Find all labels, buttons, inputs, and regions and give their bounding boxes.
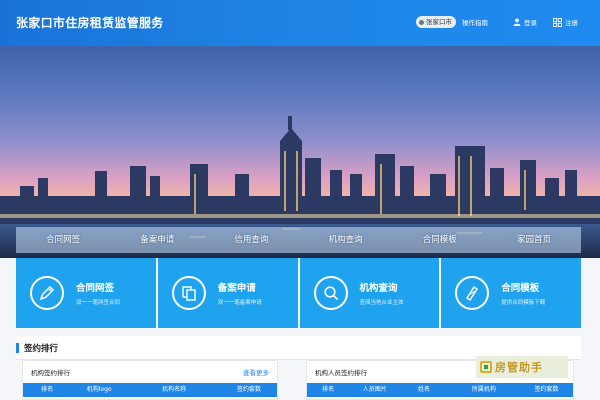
section-accent-bar bbox=[16, 343, 19, 353]
watermark-text: 房管助手 bbox=[495, 361, 543, 374]
register-link[interactable]: 注册 bbox=[553, 17, 578, 27]
quick-nav-contract-signing[interactable]: 合同网签 bbox=[16, 227, 110, 253]
service-card-contract-template[interactable]: 合同模板 提供合同模板下载 bbox=[441, 258, 581, 328]
top-header: 张家口市住房租赁监管服务 张家口市 操作指南 登录 注册 bbox=[0, 0, 600, 46]
column-header[interactable]: 机构logo bbox=[71, 383, 127, 397]
column-header[interactable]: 人员图片 bbox=[350, 383, 401, 397]
column-header[interactable]: 签约套数 bbox=[221, 383, 277, 397]
quick-nav-credit-query[interactable]: 信用查询 bbox=[204, 227, 298, 253]
quick-nav-home[interactable]: 家园首页 bbox=[487, 227, 581, 253]
card-title: 机构查询 bbox=[359, 283, 398, 294]
column-header[interactable]: 机构名称 bbox=[127, 383, 221, 397]
site-title[interactable]: 张家口市住房租赁监管服务 bbox=[16, 14, 164, 31]
org-ranking-panel: 机构签约排行 查看更多 排名 机构logo 机构名称 签约套数 bbox=[22, 360, 278, 400]
card-title: 合同网签 bbox=[76, 283, 115, 294]
service-card-contract-signing[interactable]: 合同网签 双一一笔网签合同 bbox=[16, 258, 156, 328]
document-icon bbox=[455, 276, 490, 310]
user-icon bbox=[513, 18, 521, 26]
panel-title: 机构人员签约排行 bbox=[315, 369, 367, 377]
card-subtitle: 查阅当地从业主体 bbox=[359, 300, 404, 306]
quick-nav-contract-template[interactable]: 合同模板 bbox=[393, 227, 487, 253]
table-header: 排名 人员图片 姓名 所属机构 签约套数 bbox=[307, 383, 573, 397]
watermark-logo-icon bbox=[480, 361, 492, 373]
grid-icon bbox=[553, 17, 562, 27]
column-header[interactable]: 排名 bbox=[23, 383, 71, 397]
login-label: 登录 bbox=[524, 19, 537, 27]
card-title: 备案申请 bbox=[217, 283, 256, 294]
quick-nav-agency-query[interactable]: 机构查询 bbox=[299, 227, 393, 253]
view-more-link[interactable]: 查看更多 bbox=[243, 367, 269, 377]
column-header[interactable]: 排名 bbox=[307, 383, 350, 397]
card-title: 合同模板 bbox=[501, 283, 540, 294]
card-subtitle: 双一一笔网签合同 bbox=[76, 300, 121, 306]
watermark: 房管助手 bbox=[476, 356, 568, 378]
copy-icon bbox=[171, 276, 206, 310]
quick-nav-filing[interactable]: 备案申请 bbox=[110, 227, 204, 253]
table-header: 排名 机构logo 机构名称 签约套数 bbox=[23, 383, 277, 397]
login-link[interactable]: 登录 bbox=[513, 17, 537, 27]
guide-link[interactable]: 操作指南 bbox=[462, 17, 488, 27]
service-card-filing[interactable]: 备案申请 双一一笔备案申请 bbox=[157, 258, 298, 328]
city-label: 张家口市 bbox=[426, 18, 452, 26]
register-label: 注册 bbox=[565, 19, 578, 27]
service-cards: 合同网签 双一一笔网签合同 备案申请 双一一笔备案申请 机构查询 查阅当地从业主… bbox=[16, 258, 581, 328]
panel-title: 机构签约排行 bbox=[31, 369, 70, 377]
city-selector[interactable]: 张家口市 bbox=[416, 16, 456, 28]
quick-nav: 合同网签 备案申请 信用查询 机构查询 合同模板 家园首页 bbox=[16, 227, 581, 253]
location-icon bbox=[419, 19, 424, 25]
card-subtitle: 提供合同模板下载 bbox=[501, 300, 546, 306]
column-header[interactable]: 姓名 bbox=[400, 383, 448, 397]
search-icon bbox=[313, 276, 348, 310]
card-subtitle: 双一一笔备案申请 bbox=[217, 300, 262, 306]
section-title: 签约排行 bbox=[24, 344, 59, 354]
service-card-agency-query[interactable]: 机构查询 查阅当地从业主体 bbox=[299, 258, 440, 328]
column-header[interactable]: 签约套数 bbox=[520, 383, 573, 397]
pen-icon bbox=[30, 276, 64, 310]
column-header[interactable]: 所属机构 bbox=[448, 383, 520, 397]
